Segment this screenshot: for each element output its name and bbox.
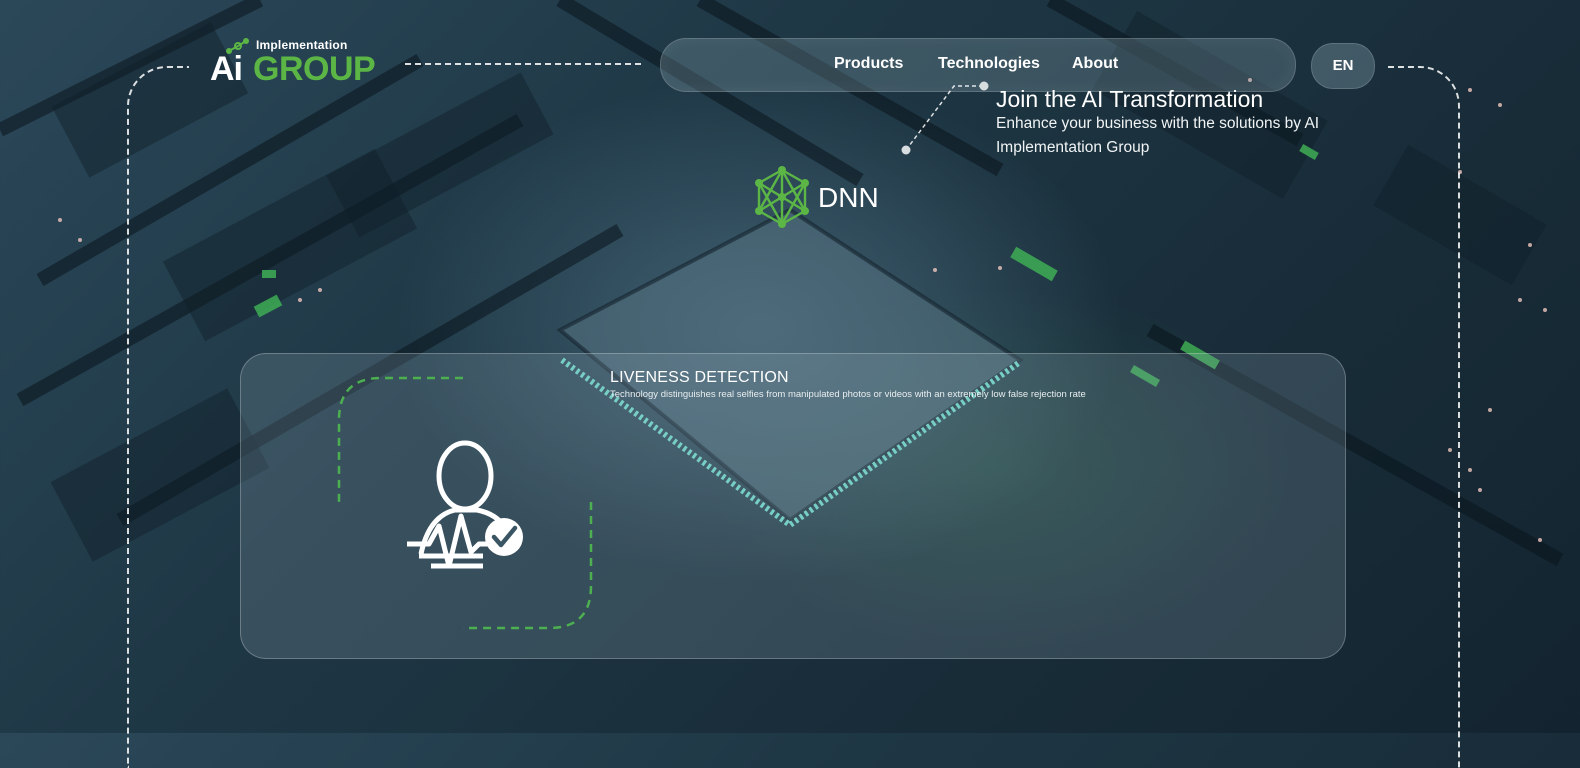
language-switcher[interactable]: EN [1311,43,1375,89]
cta-title: Join the AI Transformation [996,86,1264,112]
nav-link-technologies[interactable]: Technologies [938,55,1040,73]
feature-description: Technology distinguishes real selfies fr… [610,389,1086,400]
logo-ai: Ai [210,50,243,88]
technology-name: DNN [818,182,879,213]
feature-title: LIVENESS DETECTION [610,369,789,386]
technology-badge: DNN [752,166,879,228]
connector-line [901,81,989,155]
frame-line-right [1388,66,1460,768]
brand-logo[interactable]: Implementation Ai GROUP [210,38,390,88]
feature-card[interactable]: LIVENESS DETECTION Technology distinguis… [240,353,1346,659]
liveness-user-check-icon [337,376,593,630]
frame-line-left [127,66,189,768]
nav-link-about[interactable]: About [1072,55,1118,73]
frame-line-top-middle [405,63,641,65]
nav-link-products[interactable]: Products [834,55,903,73]
neural-network-icon [755,166,809,228]
logo-group: GROUP [253,50,376,88]
cta-description: Enhance your business with the solutions… [996,115,1320,156]
